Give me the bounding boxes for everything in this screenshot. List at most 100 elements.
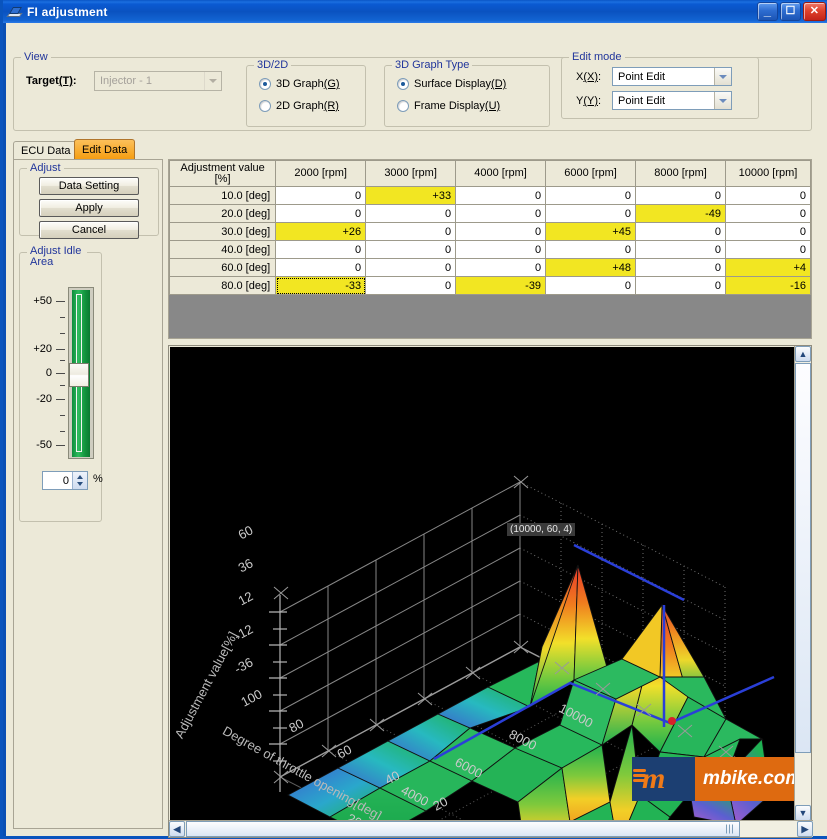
- table-cell[interactable]: -39: [455, 276, 547, 295]
- table-cell[interactable]: 0: [545, 240, 637, 259]
- table-cell[interactable]: +45: [545, 222, 637, 241]
- table-col-header[interactable]: 2000 [rpm]: [275, 160, 367, 187]
- gauge-track: [68, 287, 94, 459]
- surface-plot[interactable]: 60 36 12 -12 -36 Adjustment value[%] 100…: [170, 347, 794, 821]
- table-cell[interactable]: 0: [635, 222, 726, 241]
- tab-ecu-data[interactable]: ECU Data: [13, 141, 79, 160]
- table-row-header[interactable]: 60.0 [deg]: [169, 258, 277, 277]
- x-tick-80: 80: [286, 716, 306, 736]
- radio-frame-display[interactable]: Frame Display(U): [397, 100, 500, 112]
- table-cell[interactable]: +33: [365, 186, 457, 205]
- idle-value-input[interactable]: 0: [43, 475, 72, 487]
- table-cell[interactable]: 0: [365, 240, 457, 259]
- table-cell[interactable]: 0: [545, 204, 637, 223]
- table-cell[interactable]: 0: [455, 258, 547, 277]
- target-combobox[interactable]: Injector - 1: [94, 71, 222, 91]
- table-cell[interactable]: 0: [275, 240, 367, 259]
- close-icon: ✕: [809, 5, 820, 17]
- maximize-button[interactable]: ☐: [780, 2, 801, 21]
- table-cell[interactable]: 0: [275, 204, 367, 223]
- table-cell[interactable]: 0: [725, 222, 811, 241]
- table-cell[interactable]: 0: [365, 258, 457, 277]
- tab-bar: ECU Data Edit Data: [13, 139, 163, 160]
- table-cell[interactable]: 0: [455, 204, 547, 223]
- scroll-right-button[interactable]: ▶: [797, 821, 813, 837]
- scroll-up-button[interactable]: ▲: [795, 346, 811, 362]
- radio-3d-graph[interactable]: 3D Graph(G): [259, 78, 340, 90]
- table-row: 40.0 [deg] 0 0 0 0 0 0: [169, 240, 811, 259]
- scroll-down-button[interactable]: ▼: [795, 805, 811, 821]
- table-cell[interactable]: 0: [365, 276, 457, 295]
- cancel-button[interactable]: Cancel: [39, 221, 139, 239]
- table-body: 10.0 [deg] 0 +33 0 0 0 0 20.0 [deg] 0 0 0 0 -49 0 30.0…: [169, 186, 811, 295]
- spinner-arrows-icon[interactable]: [72, 472, 87, 489]
- table-cell[interactable]: 0: [365, 222, 457, 241]
- table-cell[interactable]: +48: [545, 258, 637, 277]
- tab-edit-data[interactable]: Edit Data: [74, 139, 136, 160]
- table-cell[interactable]: 0: [275, 258, 367, 277]
- minimize-icon: _: [763, 3, 772, 18]
- edit-mode-y-combobox[interactable]: Point Edit: [612, 91, 732, 110]
- table-col-header[interactable]: 8000 [rpm]: [635, 160, 726, 187]
- title-bar[interactable]: FI adjustment _ ☐ ✕: [3, 0, 827, 23]
- minimize-button[interactable]: _: [757, 2, 778, 21]
- table-cell[interactable]: 0: [455, 222, 547, 241]
- edit-mode-x-combobox[interactable]: Point Edit: [612, 67, 732, 86]
- table-cell[interactable]: 0: [725, 240, 811, 259]
- table-col-header[interactable]: 4000 [rpm]: [455, 160, 547, 187]
- table-row-header[interactable]: 30.0 [deg]: [169, 222, 277, 241]
- table-row-header[interactable]: 20.0 [deg]: [169, 204, 277, 223]
- table-cell[interactable]: 0: [725, 186, 811, 205]
- x-tick-100: 100: [238, 686, 264, 709]
- table-cell[interactable]: 0: [455, 240, 547, 259]
- gauge-tick-minus50: -50: [36, 439, 52, 451]
- table-cell[interactable]: 0: [635, 276, 726, 295]
- close-button[interactable]: ✕: [803, 2, 826, 21]
- graph-vertical-scrollbar[interactable]: ▲ ▼: [794, 346, 811, 821]
- table-cell[interactable]: 0: [275, 186, 367, 205]
- table-cell[interactable]: 0: [635, 258, 726, 277]
- gauge-thumb[interactable]: [69, 363, 89, 387]
- table-cell[interactable]: 0: [635, 240, 726, 259]
- table-cell[interactable]: 0: [455, 186, 547, 205]
- table-cell[interactable]: -49: [635, 204, 726, 223]
- data-setting-button[interactable]: Data Setting: [39, 177, 139, 195]
- fi-adjustment-window: FI adjustment _ ☐ ✕ View Target(T): Inje…: [0, 0, 827, 839]
- table-cell[interactable]: 0: [545, 186, 637, 205]
- scroll-left-button[interactable]: ◀: [169, 821, 185, 837]
- table-row: 10.0 [deg] 0 +33 0 0 0 0: [169, 186, 811, 205]
- table-row-header[interactable]: 40.0 [deg]: [169, 240, 277, 259]
- table-row-header[interactable]: 10.0 [deg]: [169, 186, 277, 205]
- table-cell[interactable]: 0: [725, 204, 811, 223]
- table-row-header[interactable]: 80.0 [deg]: [169, 276, 277, 295]
- chevron-down-icon[interactable]: [204, 72, 221, 90]
- radio-surface-display[interactable]: Surface Display(D): [397, 78, 506, 90]
- radio-off-icon: [259, 100, 271, 112]
- radio-frame-display-label: Frame Display(U): [414, 100, 501, 112]
- table-col-header[interactable]: 10000 [rpm]: [725, 160, 811, 187]
- radio-off-icon: [397, 100, 409, 112]
- graph-horizontal-scrollbar[interactable]: ◀ ▶: [169, 820, 813, 837]
- table-cell[interactable]: -16: [725, 276, 811, 295]
- idle-value-stepper[interactable]: 0: [42, 471, 88, 490]
- table-col-header[interactable]: 6000 [rpm]: [545, 160, 637, 187]
- vertical-scroll-thumb[interactable]: [795, 363, 811, 753]
- radio-2d-graph[interactable]: 2D Graph(R): [259, 100, 339, 112]
- chevron-down-icon[interactable]: [714, 92, 731, 109]
- apply-button[interactable]: Apply: [39, 199, 139, 217]
- graph-type-group: 3D Graph Type Surface Display(D) Frame D…: [384, 59, 550, 127]
- table-cell[interactable]: 0: [365, 204, 457, 223]
- table-cell[interactable]: 0: [545, 276, 637, 295]
- corner-header-line2: [%]: [214, 172, 231, 185]
- table-cell[interactable]: 0: [635, 186, 726, 205]
- horizontal-scroll-thumb[interactable]: [186, 821, 740, 837]
- table-col-header[interactable]: 3000 [rpm]: [365, 160, 457, 187]
- chevron-down-icon[interactable]: [714, 68, 731, 85]
- adjustment-table-container[interactable]: Adjustment value [%] 2000 [rpm] 3000 [rpm…: [168, 159, 812, 339]
- table-cell[interactable]: +26: [275, 222, 367, 241]
- mode-2d3d-legend: 3D/2D: [254, 59, 292, 71]
- surface-plot-svg: 60 36 12 -12 -36 Adjustment value[%] 100…: [172, 475, 775, 821]
- table-cell[interactable]: +4: [725, 258, 811, 277]
- table-cell[interactable]: -33: [275, 276, 367, 295]
- idle-gauge[interactable]: +50 +20 0 -20 -50: [33, 287, 94, 459]
